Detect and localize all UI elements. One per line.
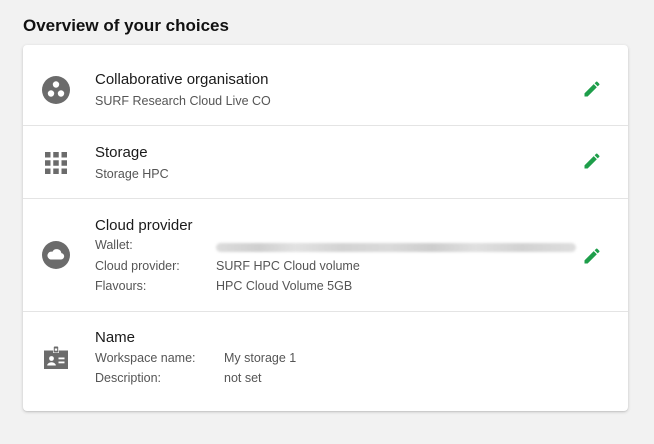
pencil-icon: [584, 153, 600, 169]
row-title: Cloud provider: [95, 217, 193, 234]
field-label: Description:: [95, 371, 161, 385]
row-subtitle: SURF Research Cloud Live CO: [95, 94, 271, 108]
grid-apps-icon: [41, 148, 71, 178]
field-value: My storage 1: [224, 351, 297, 365]
edit-cloud-provider-button[interactable]: [580, 244, 604, 268]
row-storage: Storage Storage HPC: [23, 126, 628, 199]
wallet-value-redacted: [216, 243, 576, 252]
field-label: Workspace name:: [95, 351, 196, 365]
field-flavours: Flavours: HPC Cloud Volume 5GB: [95, 279, 595, 299]
edit-collaborative-organisation-button[interactable]: [580, 77, 604, 101]
row-cloud-provider: Cloud provider Wallet: Cloud provider: S…: [23, 199, 628, 312]
row-collaborative-organisation: Collaborative organisation SURF Research…: [23, 45, 628, 126]
field-value: not set: [224, 371, 262, 385]
row-title: Collaborative organisation: [95, 71, 269, 88]
row-name: Name Workspace name: My storage 1 Descri…: [23, 312, 628, 411]
row-title: Name: [95, 329, 136, 346]
pencil-icon: [584, 248, 600, 264]
field-cloud-provider: Cloud provider: SURF HPC Cloud volume: [95, 259, 595, 279]
field-label: Flavours:: [95, 279, 147, 293]
row-title: Storage: [95, 144, 148, 161]
field-label: Wallet:: [95, 238, 133, 252]
pencil-icon: [584, 81, 600, 97]
row-subtitle: Storage HPC: [95, 167, 169, 181]
field-wallet: Wallet:: [95, 238, 595, 258]
cloud-icon: [41, 240, 71, 270]
page-title: Overview of your choices: [23, 16, 229, 35]
edit-storage-button[interactable]: [580, 149, 604, 173]
group-icon: [41, 75, 71, 105]
choices-overview-card: Collaborative organisation SURF Research…: [23, 45, 628, 411]
field-value: HPC Cloud Volume 5GB: [216, 279, 353, 293]
field-label: Cloud provider:: [95, 259, 180, 273]
badge-icon: [41, 343, 71, 373]
field-value: SURF HPC Cloud volume: [216, 259, 360, 273]
field-description: Description: not set: [95, 371, 595, 391]
field-workspace-name: Workspace name: My storage 1: [95, 351, 595, 371]
